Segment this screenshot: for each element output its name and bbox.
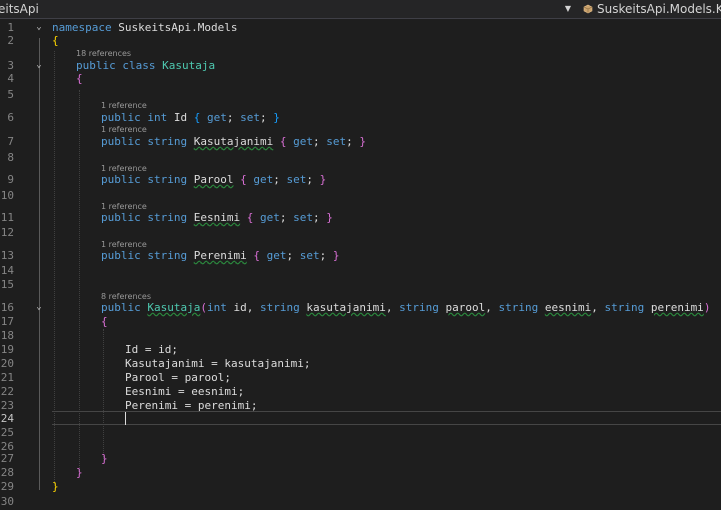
code-editor[interactable]: 1 ⌄ namespace SuskeitsApi.Models 2 { 18 …	[0, 19, 721, 510]
line-number: 18	[0, 329, 14, 342]
code-line: 1 ⌄ namespace SuskeitsApi.Models	[0, 21, 721, 34]
code-text: Parool = parool;	[125, 371, 231, 384]
line-number: 5	[7, 88, 14, 101]
references-codelens[interactable]: 18 references	[76, 48, 131, 59]
line-number: 22	[0, 385, 14, 398]
code-text: }	[52, 480, 59, 493]
line-number: 21	[0, 371, 14, 384]
code-line: 21 Parool = parool;	[0, 371, 721, 384]
code-text: Eesnimi = eesnimi;	[125, 385, 245, 398]
code-line: 15	[0, 278, 721, 291]
line-number: 16	[0, 301, 14, 314]
code-line: 22 Eesnimi = eesnimi;	[0, 385, 721, 398]
code-line: 11 public string Eesnimi { get; set; }	[0, 211, 721, 224]
line-number: 29	[0, 480, 14, 493]
code-text: public string Kasutajanimi { get; set; }	[101, 135, 366, 148]
code-text: public string Perenimi { get; set; }	[101, 249, 340, 262]
line-number: 23	[0, 399, 14, 412]
code-line: 24	[0, 412, 721, 425]
code-text: }	[76, 466, 83, 479]
code-line: 28 }	[0, 466, 721, 479]
code-text: public string Eesnimi { get; set; }	[101, 211, 333, 224]
navigation-bar: eitsApi ▼ SuskeitsApi.Models.Kasu	[0, 0, 721, 19]
text-cursor	[125, 412, 126, 425]
code-text: public Kasutaja(int id, string kasutajan…	[101, 301, 711, 314]
code-line: 13 public string Perenimi { get; set; }	[0, 249, 721, 262]
code-text: Kasutajanimi = kasutajanimi;	[125, 357, 311, 370]
code-line: 12	[0, 226, 721, 239]
line-number: 3	[7, 59, 14, 72]
code-text: public int Id { get; set; }	[101, 111, 280, 124]
line-number: 13	[0, 249, 14, 262]
references-codelens[interactable]: 1 reference	[101, 124, 147, 135]
code-line: 30	[0, 495, 721, 508]
code-line: 16 ⌄ public Kasutaja(int id, string kasu…	[0, 301, 721, 314]
triangle-down-icon[interactable]: ▼	[562, 0, 574, 18]
line-number: 24	[0, 412, 14, 425]
code-line: 25	[0, 426, 721, 439]
code-line: 27 }	[0, 452, 721, 465]
code-text: public class Kasutaja	[76, 59, 216, 72]
type-scope-dropdown[interactable]: SuskeitsApi.Models.Kasu	[578, 0, 721, 18]
code-line: 14	[0, 264, 721, 277]
line-number: 8	[7, 151, 14, 164]
line-number: 17	[0, 315, 14, 328]
code-text: {	[76, 72, 83, 85]
line-number: 4	[7, 72, 14, 85]
line-number: 30	[0, 495, 14, 508]
line-number: 11	[0, 211, 14, 224]
class-icon	[583, 4, 593, 13]
line-number: 28	[0, 466, 14, 479]
references-codelens[interactable]: 1 reference	[101, 100, 147, 111]
line-number: 19	[0, 343, 14, 356]
code-text: }	[101, 452, 108, 465]
code-text: namespace SuskeitsApi.Models	[52, 21, 238, 34]
line-number: 9	[7, 173, 14, 186]
collapse-icon[interactable]: ⌄	[34, 59, 44, 72]
collapse-icon[interactable]: ⌄	[34, 301, 44, 314]
code-text: public string Parool { get; set; }	[101, 173, 327, 186]
code-line: 2 {	[0, 34, 721, 47]
code-line: 29 }	[0, 480, 721, 493]
code-text: Id = id;	[125, 343, 178, 356]
code-line: 7 public string Kasutajanimi { get; set;…	[0, 135, 721, 148]
line-number: 15	[0, 278, 14, 291]
line-number: 2	[7, 34, 14, 47]
code-line: 17 {	[0, 315, 721, 328]
line-number: 10	[0, 189, 14, 202]
line-number: 1	[7, 21, 14, 34]
code-line: 18	[0, 329, 721, 342]
code-line: 3 ⌄ public class Kasutaja	[0, 59, 721, 72]
code-text: {	[101, 315, 108, 328]
project-name: eitsApi	[0, 2, 39, 16]
line-number: 25	[0, 426, 14, 439]
line-number: 14	[0, 264, 14, 277]
type-scope-name: SuskeitsApi.Models.Kasu	[597, 2, 721, 16]
line-number: 6	[7, 111, 14, 124]
code-line: 20 Kasutajanimi = kasutajanimi;	[0, 357, 721, 370]
line-number: 27	[0, 452, 14, 465]
collapse-icon[interactable]: ⌄	[34, 21, 44, 34]
code-line: 19 Id = id;	[0, 343, 721, 356]
line-number: 12	[0, 226, 14, 239]
code-line: 6 public int Id { get; set; }	[0, 111, 721, 124]
code-line: 9 public string Parool { get; set; }	[0, 173, 721, 186]
code-line: 4 {	[0, 72, 721, 85]
line-number: 20	[0, 357, 14, 370]
line-number: 7	[7, 135, 14, 148]
project-dropdown[interactable]: eitsApi	[0, 0, 560, 18]
code-text: {	[52, 34, 59, 47]
